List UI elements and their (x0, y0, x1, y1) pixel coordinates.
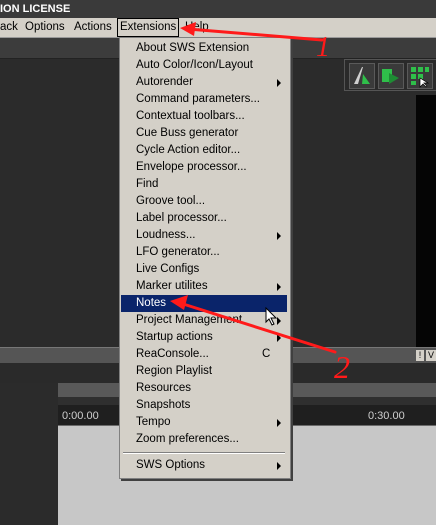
menu-item-label: Region Playlist (136, 365, 213, 377)
item-tool-icon (382, 69, 399, 84)
video-view (416, 95, 436, 347)
menu-bar: ack Options Actions Extensions Help (0, 18, 436, 38)
menu-item-label: Loudness... (136, 229, 196, 241)
menu-actions[interactable]: Actions (74, 18, 112, 37)
menu-item-find[interactable]: Find (121, 176, 287, 193)
menu-item-label: Cycle Action editor... (136, 144, 241, 156)
menu-item-about-sws[interactable]: About SWS Extension (121, 40, 287, 57)
submenu-arrow-icon (277, 462, 281, 470)
menu-options[interactable]: Options (25, 18, 65, 37)
menu-item-label: Label processor... (136, 212, 227, 224)
menu-item-zoom-preferences[interactable]: Zoom preferences... (121, 431, 287, 448)
menu-item-label: Cue Buss generator (136, 127, 239, 139)
ruler-label-30s: 0:30.00 (368, 410, 405, 422)
track-control-panel (0, 383, 58, 525)
menu-item-label: Find (136, 178, 159, 190)
window-title-bar: ION LICENSE (0, 0, 436, 18)
menu-item-reaconsole[interactable]: ReaConsole... C (121, 346, 287, 363)
menu-extensions[interactable]: Extensions (117, 18, 180, 37)
grid-tool-icon (411, 67, 430, 88)
menu-item-auto-color[interactable]: Auto Color/Icon/Layout (121, 57, 287, 74)
submenu-arrow-icon (277, 283, 281, 291)
menu-item-label: About SWS Extension (136, 42, 250, 54)
menu-item-live-configs[interactable]: Live Configs (121, 261, 287, 278)
menu-item-envelope-processor[interactable]: Envelope processor... (121, 159, 287, 176)
menu-item-label: Command parameters... (136, 93, 260, 105)
extensions-dropdown-menu: About SWS Extension Auto Color/Icon/Layo… (119, 37, 291, 479)
menu-item-label: Marker utilites (136, 280, 208, 292)
menu-item-label: SWS Options (136, 459, 206, 471)
menu-item-label: Autorender (136, 76, 193, 88)
submenu-arrow-icon (277, 419, 281, 427)
menu-item-cycle-action[interactable]: Cycle Action editor... (121, 142, 287, 159)
menu-separator (123, 452, 285, 454)
ruler-label-start: 0:00.00 (62, 410, 99, 422)
menu-track[interactable]: ack (0, 18, 18, 37)
menu-item-command-parameters[interactable]: Command parameters... (121, 91, 287, 108)
menu-item-groove-tool[interactable]: Groove tool... (121, 193, 287, 210)
menu-item-label: ReaConsole... (136, 348, 209, 360)
menu-item-label: Auto Color/Icon/Layout (136, 59, 253, 71)
menu-item-label: Live Configs (136, 263, 200, 275)
menu-item-loudness[interactable]: Loudness... (121, 227, 287, 244)
side-tab-excl[interactable]: ! (416, 350, 424, 361)
submenu-arrow-icon (277, 79, 281, 87)
menu-item-sws-options[interactable]: SWS Options (121, 457, 287, 474)
menu-item-label: Envelope processor... (136, 161, 247, 173)
menu-item-shortcut: C (262, 348, 271, 360)
window-title: ION LICENSE (0, 3, 71, 15)
menu-item-resources[interactable]: Resources (121, 380, 287, 397)
menu-item-autorender[interactable]: Autorender (121, 74, 287, 91)
menu-item-label: LFO generator... (136, 246, 220, 258)
menu-item-tempo[interactable]: Tempo (121, 414, 287, 431)
menu-item-label: Tempo (136, 416, 171, 428)
menu-item-label: Resources (136, 382, 191, 394)
menu-item-label: Contextual toolbars... (136, 110, 245, 122)
menu-help[interactable]: Help (185, 18, 209, 37)
menu-item-label-processor[interactable]: Label processor... (121, 210, 287, 227)
menu-item-marker-utilities[interactable]: Marker utilites (121, 278, 287, 295)
menu-item-lfo-generator[interactable]: LFO generator... (121, 244, 287, 261)
menu-item-notes[interactable]: Notes (121, 295, 287, 312)
menu-item-cue-buss[interactable]: Cue Buss generator (121, 125, 287, 142)
menu-item-label: Snapshots (136, 399, 191, 411)
menu-item-snapshots[interactable]: Snapshots (121, 397, 287, 414)
menu-item-startup-actions[interactable]: Startup actions (121, 329, 287, 346)
item-tool-button[interactable] (378, 63, 404, 89)
menu-item-contextual-toolbars[interactable]: Contextual toolbars... (121, 108, 287, 125)
menu-item-label: Startup actions (136, 331, 213, 343)
menu-item-label: Zoom preferences... (136, 433, 239, 445)
trim-tool-button[interactable] (349, 63, 375, 89)
menu-item-label: Groove tool... (136, 195, 206, 207)
submenu-arrow-icon (277, 232, 281, 240)
trim-tool-icon (354, 67, 370, 84)
grid-tool-button[interactable] (407, 63, 433, 89)
menu-item-region-playlist[interactable]: Region Playlist (121, 363, 287, 380)
submenu-arrow-icon (277, 334, 281, 342)
mouse-cursor-icon (265, 307, 278, 326)
menu-item-label: Project Management (136, 314, 243, 326)
side-tab-v[interactable]: V (426, 350, 436, 361)
tool-button-group (344, 59, 436, 91)
menu-item-project-management[interactable]: Project Management (121, 312, 287, 329)
menu-item-label: Notes (136, 297, 167, 309)
